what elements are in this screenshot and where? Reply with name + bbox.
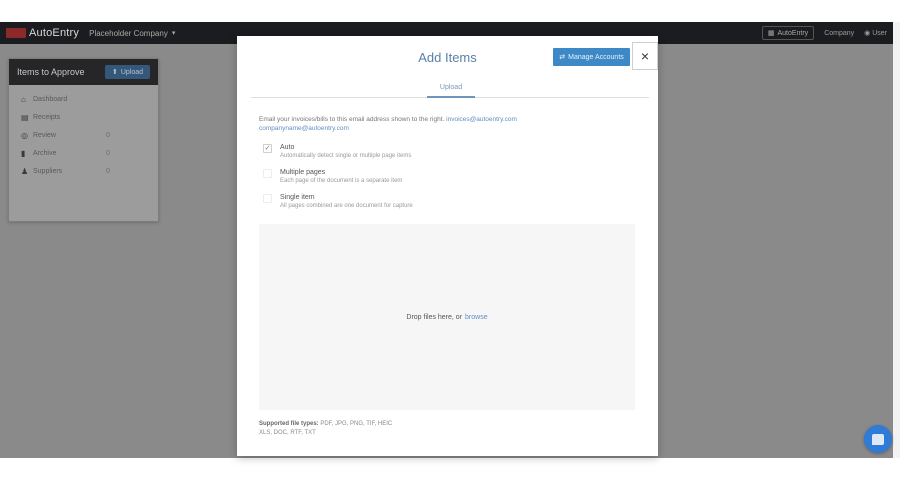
grid-icon: ▦ — [767, 30, 775, 37]
nav-company-link[interactable]: Company — [824, 30, 854, 37]
sidebar-item-label: Receipts — [33, 113, 61, 121]
sidebar-items: ⌂ Dashboard ▤ Receipts ◎ Review 0 ▮ Arch… — [9, 85, 158, 180]
nav-right: ▦ AutoEntry Company ◉ User — [761, 26, 887, 40]
sidebar-item-receipts[interactable]: ▤ Receipts — [9, 108, 158, 126]
sidebar-item-count: 0 — [106, 131, 110, 139]
upload-button[interactable]: ⬆ Upload — [104, 65, 150, 79]
supported-types: PDF, JPG, PNG, TIF, HEIC — [320, 421, 393, 427]
sidebar-header: Items to Approve ⬆ Upload — [9, 59, 158, 85]
tab-upload[interactable]: Upload — [427, 82, 475, 98]
email-link[interactable]: invoices@autoentry.com — [446, 116, 517, 123]
manage-accounts-label: Manage Accounts — [568, 53, 624, 61]
link-icon: ⇄ — [559, 54, 566, 61]
supported-types-2: XLS, DOC, RTF, TXT — [259, 430, 316, 436]
sidebar-item-count: 0 — [106, 167, 110, 175]
nav-user-menu[interactable]: ◉ User — [864, 29, 887, 37]
option-description: Each page of the document is a separate … — [280, 178, 403, 184]
file-icon: ▮ — [21, 148, 26, 158]
sidebar-item-dashboard[interactable]: ⌂ Dashboard — [9, 90, 158, 108]
option-multiple-pages[interactable]: Multiple pages Each page of the document… — [263, 168, 402, 185]
sidebar-title: Items to Approve — [17, 67, 85, 77]
option-description: Automatically detect single or multiple … — [280, 153, 412, 159]
sidebar-item-suppliers[interactable]: ♟ Suppliers 0 — [9, 162, 158, 180]
user-icon: ♟ — [21, 166, 29, 176]
chat-launcher-button[interactable] — [864, 425, 892, 453]
checkbox-checked-icon[interactable]: ✓ — [263, 144, 272, 153]
supported-file-types: Supported file types: PDF, JPG, PNG, TIF… — [259, 420, 392, 438]
home-icon: ⌂ — [21, 94, 26, 104]
checkbox-icon[interactable] — [263, 194, 272, 203]
close-icon[interactable]: × — [632, 42, 658, 70]
sidebar-item-label: Review — [33, 131, 56, 139]
sidebar-item-label: Archive — [33, 149, 57, 157]
file-dropzone[interactable]: Drop files here, or browse — [259, 224, 635, 410]
sidebar-card: Items to Approve ⬆ Upload ⌂ Dashboard ▤ … — [8, 58, 159, 222]
chat-icon — [872, 433, 884, 445]
brand-logo[interactable]: AutoEntry — [6, 22, 79, 44]
option-single-item[interactable]: Single item All pages combined are one d… — [263, 193, 413, 210]
dropzone-text: Drop files here, or — [406, 313, 463, 321]
nav-pill-button[interactable]: ▦ AutoEntry — [761, 26, 815, 40]
upload-icon: ⬆ — [111, 69, 118, 76]
upload-button-label: Upload — [120, 68, 143, 76]
option-label: Single item — [280, 194, 315, 201]
org-name: Placeholder Company — [89, 28, 168, 38]
org-selector[interactable]: Placeholder Company ▾ — [89, 29, 175, 38]
brand-mark-icon — [6, 28, 26, 38]
nav-user-label: User — [872, 30, 887, 37]
chevron-down-icon: ▾ — [171, 30, 176, 37]
sidebar-item-archive[interactable]: ▮ Archive 0 — [9, 144, 158, 162]
browse-link[interactable]: browse — [465, 314, 488, 321]
receipt-icon: ▤ — [21, 112, 29, 122]
nav-pill-label: AutoEntry — [777, 29, 809, 37]
sidebar-item-count: 0 — [106, 149, 110, 157]
option-label: Multiple pages — [280, 169, 326, 176]
sidebar-item-label: Dashboard — [33, 95, 68, 103]
checkbox-icon[interactable] — [263, 169, 272, 178]
add-items-modal: Add Items ⇄ Manage Accounts Upload Email… — [237, 36, 658, 456]
email-instructions: Email your invoices/bills to this email … — [259, 115, 639, 133]
modal-tabs: Upload — [251, 82, 649, 98]
sidebar-item-label: Suppliers — [33, 167, 63, 175]
manage-accounts-button[interactable]: ⇄ Manage Accounts — [553, 48, 630, 66]
option-label: Auto — [280, 144, 295, 151]
email-link-2[interactable]: companyname@autoentry.com — [259, 125, 349, 132]
sidebar-item-review[interactable]: ◎ Review 0 — [9, 126, 158, 144]
intro-text: Email your invoices/bills to this email … — [259, 116, 445, 123]
brand-name: AutoEntry — [29, 27, 80, 39]
option-description: All pages combined are one document for … — [280, 203, 413, 209]
user-icon: ◉ — [864, 30, 871, 37]
eye-icon: ◎ — [21, 130, 28, 140]
supported-label: Supported file types: — [259, 421, 319, 427]
option-auto[interactable]: ✓ Auto Automatically detect single or mu… — [263, 143, 411, 160]
page-gutter — [893, 22, 900, 458]
